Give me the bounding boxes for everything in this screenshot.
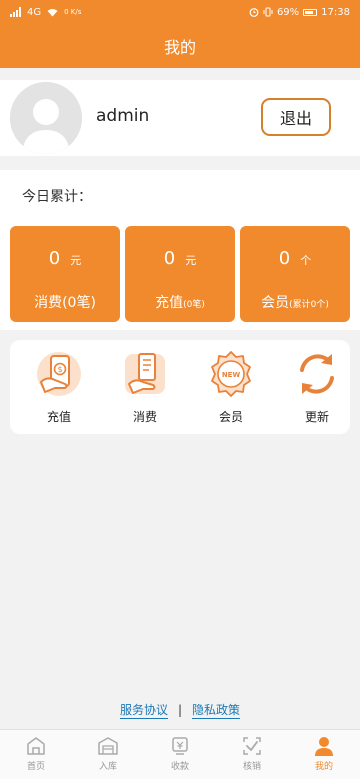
network-type: 4G [27, 6, 42, 18]
today-stats-title: 今日累计： [22, 189, 92, 205]
stat-note: (0笔) [183, 300, 205, 310]
warehouse-icon [98, 737, 118, 755]
alarm-icon [249, 8, 259, 17]
function-grid: $ 充值 消费 NEW 会员 更新 [10, 340, 350, 434]
battery-icon [303, 8, 318, 16]
username: admin [96, 106, 150, 126]
footer-links: 服务协议 | 隐私政策 [0, 700, 360, 720]
status-bar-right: 69% 17:38 [249, 7, 350, 18]
stat-label-text: 充值 [155, 295, 184, 311]
status-bar-left: 4G 0 K/s [10, 7, 81, 18]
clock: 17:38 [321, 6, 350, 18]
verify-icon [243, 737, 261, 755]
consume-stat-card[interactable]: 0元 消费(0笔) [10, 226, 120, 322]
stat-label: 会员(累计0个) [240, 292, 350, 312]
member-icon: NEW [211, 351, 251, 397]
app-bar: 我的 [0, 24, 360, 68]
battery-percent: 69% [276, 6, 300, 18]
consume-function[interactable]: 消费 [110, 350, 180, 430]
tab-warehouse[interactable]: 入库 [72, 730, 144, 779]
page-title: 我的 [163, 38, 196, 57]
stat-value: 0元 [10, 248, 120, 269]
refresh-function[interactable]: 更新 [282, 350, 352, 430]
stat-unit: 元 [70, 254, 82, 267]
wifi-icon [47, 8, 58, 16]
tab-verify[interactable]: 核销 [216, 730, 288, 779]
stat-unit: 个 [300, 254, 312, 267]
function-label: 更新 [304, 410, 329, 424]
function-label: 消费 [132, 410, 157, 424]
signal-icon [10, 7, 21, 17]
stat-label: 消费(0笔) [10, 292, 120, 312]
network-speed: 0 K/s [64, 8, 82, 16]
user-icon [315, 737, 333, 756]
member-stat-card[interactable]: 0个 会员(累计0个) [240, 226, 350, 322]
stat-label-text: 会员 [261, 295, 290, 311]
footer-separator: | [177, 703, 183, 717]
stat-number: 0 [48, 248, 61, 269]
payment-icon [172, 737, 188, 755]
tab-label: 入库 [98, 762, 117, 772]
tab-label: 收款 [170, 762, 189, 772]
logout-button[interactable]: 退出 [261, 98, 331, 136]
stat-unit: 元 [185, 254, 197, 267]
default-avatar-icon [10, 82, 82, 154]
recharge-function[interactable]: $ 充值 [24, 350, 94, 430]
bottom-tab-bar: 首页 入库 收款 核销 我的 [0, 729, 360, 779]
member-function[interactable]: NEW 会员 [196, 350, 266, 430]
tab-home[interactable]: 首页 [0, 730, 72, 779]
svg-text:NEW: NEW [222, 371, 241, 379]
vibrate-icon [263, 7, 273, 17]
stat-number: 0 [278, 248, 291, 269]
stat-label: 充值(0笔) [125, 292, 235, 312]
profile-section: admin 退出 [0, 80, 360, 156]
home-icon [27, 737, 45, 755]
service-agreement-link[interactable]: 服务协议 [119, 701, 168, 719]
stat-value: 0元 [125, 248, 235, 269]
status-bar: 4G 0 K/s 69% 17:38 [0, 0, 360, 24]
stat-label-text: 消费(0笔) [34, 295, 96, 311]
tab-label: 首页 [26, 762, 45, 772]
tab-label: 核销 [242, 762, 261, 772]
stat-number: 0 [163, 248, 176, 269]
recharge-icon: $ [37, 352, 81, 396]
consume-icon [125, 353, 165, 394]
tab-label: 我的 [314, 762, 333, 772]
stat-note: (累计0个) [289, 300, 329, 310]
privacy-policy-link[interactable]: 隐私政策 [192, 701, 241, 719]
avatar [10, 82, 82, 154]
recharge-stat-card[interactable]: 0元 充值(0笔) [125, 226, 235, 322]
stat-value: 0个 [240, 248, 350, 269]
function-label: 会员 [218, 410, 243, 424]
svg-text:$: $ [57, 365, 62, 374]
tab-payment[interactable]: 收款 [144, 730, 216, 779]
tab-mine[interactable]: 我的 [288, 730, 360, 779]
refresh-icon [300, 354, 334, 394]
today-stats-panel: 今日累计： 0元 消费(0笔) 0元 充值(0笔) 0个 会员(累计0个) [0, 170, 360, 330]
function-label: 充值 [46, 410, 71, 424]
